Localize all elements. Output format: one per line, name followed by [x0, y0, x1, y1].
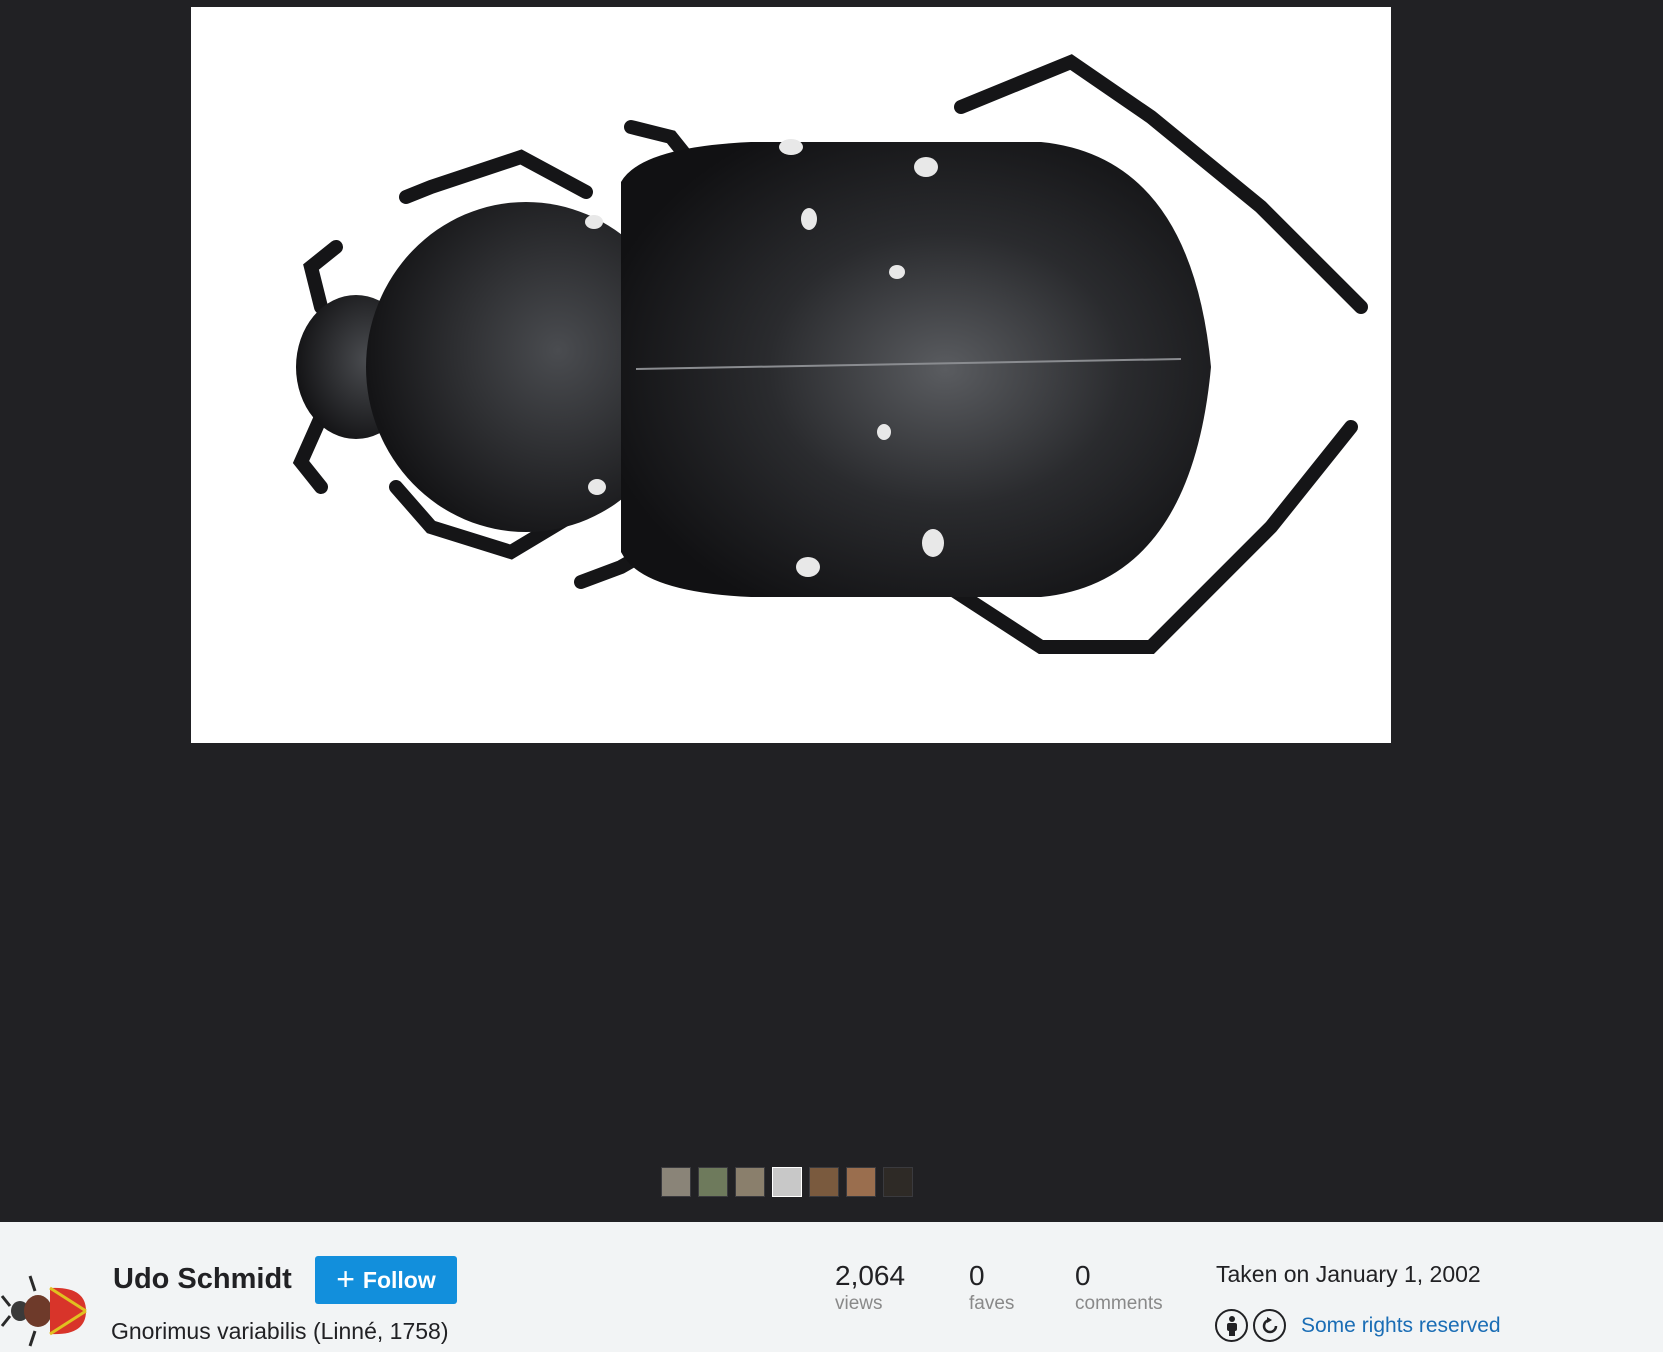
faves-label: faves — [969, 1293, 1015, 1314]
beetle-photo — [292, 54, 1368, 654]
stat-faves: 0 faves — [969, 1260, 1014, 1316]
filmstrip-thumb[interactable] — [883, 1167, 913, 1197]
faves-count: 0 — [969, 1260, 985, 1291]
photo-title: Gnorimus variabilis (Linné, 1758) — [111, 1318, 449, 1344]
filmstrip-thumb-selected[interactable] — [772, 1167, 802, 1197]
cc-sa-icon[interactable] — [1253, 1309, 1286, 1342]
taken-date: Taken on January 1, 2002 — [1216, 1261, 1481, 1287]
stat-comments: 0 comments — [1075, 1260, 1163, 1316]
filmstrip-thumb[interactable] — [661, 1167, 691, 1197]
owner-name[interactable]: Udo Schmidt — [113, 1262, 292, 1296]
main-photo[interactable] — [191, 7, 1391, 743]
stat-views: 2,064 views — [835, 1260, 905, 1316]
photo-stage — [0, 0, 1663, 1222]
some-rights-reserved-link[interactable]: Some rights reserved — [1301, 1314, 1501, 1338]
filmstrip-thumb[interactable] — [735, 1167, 765, 1197]
follow-button[interactable]: + Follow — [315, 1256, 457, 1304]
comments-count: 0 — [1075, 1260, 1091, 1291]
filmstrip-thumb[interactable] — [698, 1167, 728, 1197]
plus-icon: + — [336, 1260, 355, 1297]
avatar[interactable] — [0, 1266, 88, 1350]
follow-label: Follow — [362, 1266, 436, 1293]
views-label: views — [835, 1293, 883, 1314]
license-info: Some rights reserved — [1215, 1309, 1501, 1342]
filmstrip-thumb[interactable] — [809, 1167, 839, 1197]
filmstrip-thumb[interactable] — [846, 1167, 876, 1197]
views-count: 2,064 — [835, 1260, 906, 1291]
cc-by-icon[interactable] — [1215, 1309, 1248, 1342]
photo-filmstrip — [661, 1167, 913, 1197]
photo-info-bar: Udo Schmidt + Follow Gnorimus variabilis… — [0, 1222, 1663, 1352]
comments-label: comments — [1075, 1293, 1163, 1314]
